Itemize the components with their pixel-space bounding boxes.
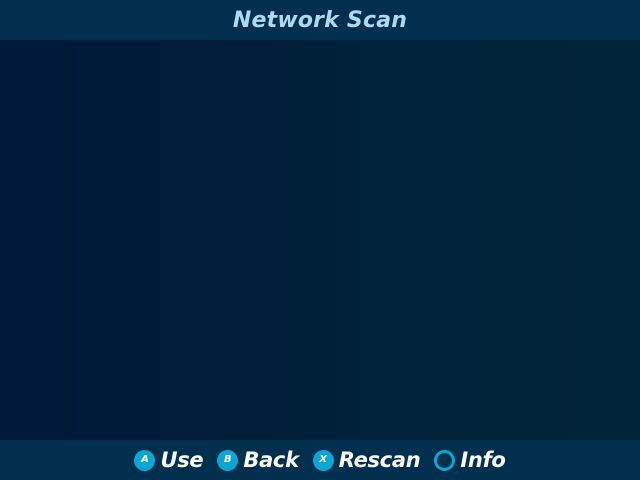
circle-button-icon [434, 449, 456, 471]
info-label: Info [460, 448, 506, 472]
back-label: Back [243, 448, 299, 472]
rescan-hint[interactable]: X Rescan [312, 448, 421, 472]
scan-results-area [0, 40, 640, 440]
use-label: Use [160, 448, 204, 472]
b-button-icon: B [217, 449, 239, 471]
back-hint[interactable]: B Back [217, 448, 299, 472]
rescan-label: Rescan [338, 448, 421, 472]
x-button-icon: X [312, 449, 334, 471]
button-hints-bar: A Use B Back X Rescan Info [0, 440, 640, 480]
info-hint[interactable]: Info [434, 448, 506, 472]
screen: Network Scan A Use B Back X Rescan Info [0, 0, 640, 480]
a-button-icon: A [134, 449, 156, 471]
use-hint[interactable]: A Use [134, 448, 204, 472]
header-bar: Network Scan [0, 0, 640, 40]
page-title: Network Scan [232, 7, 408, 33]
